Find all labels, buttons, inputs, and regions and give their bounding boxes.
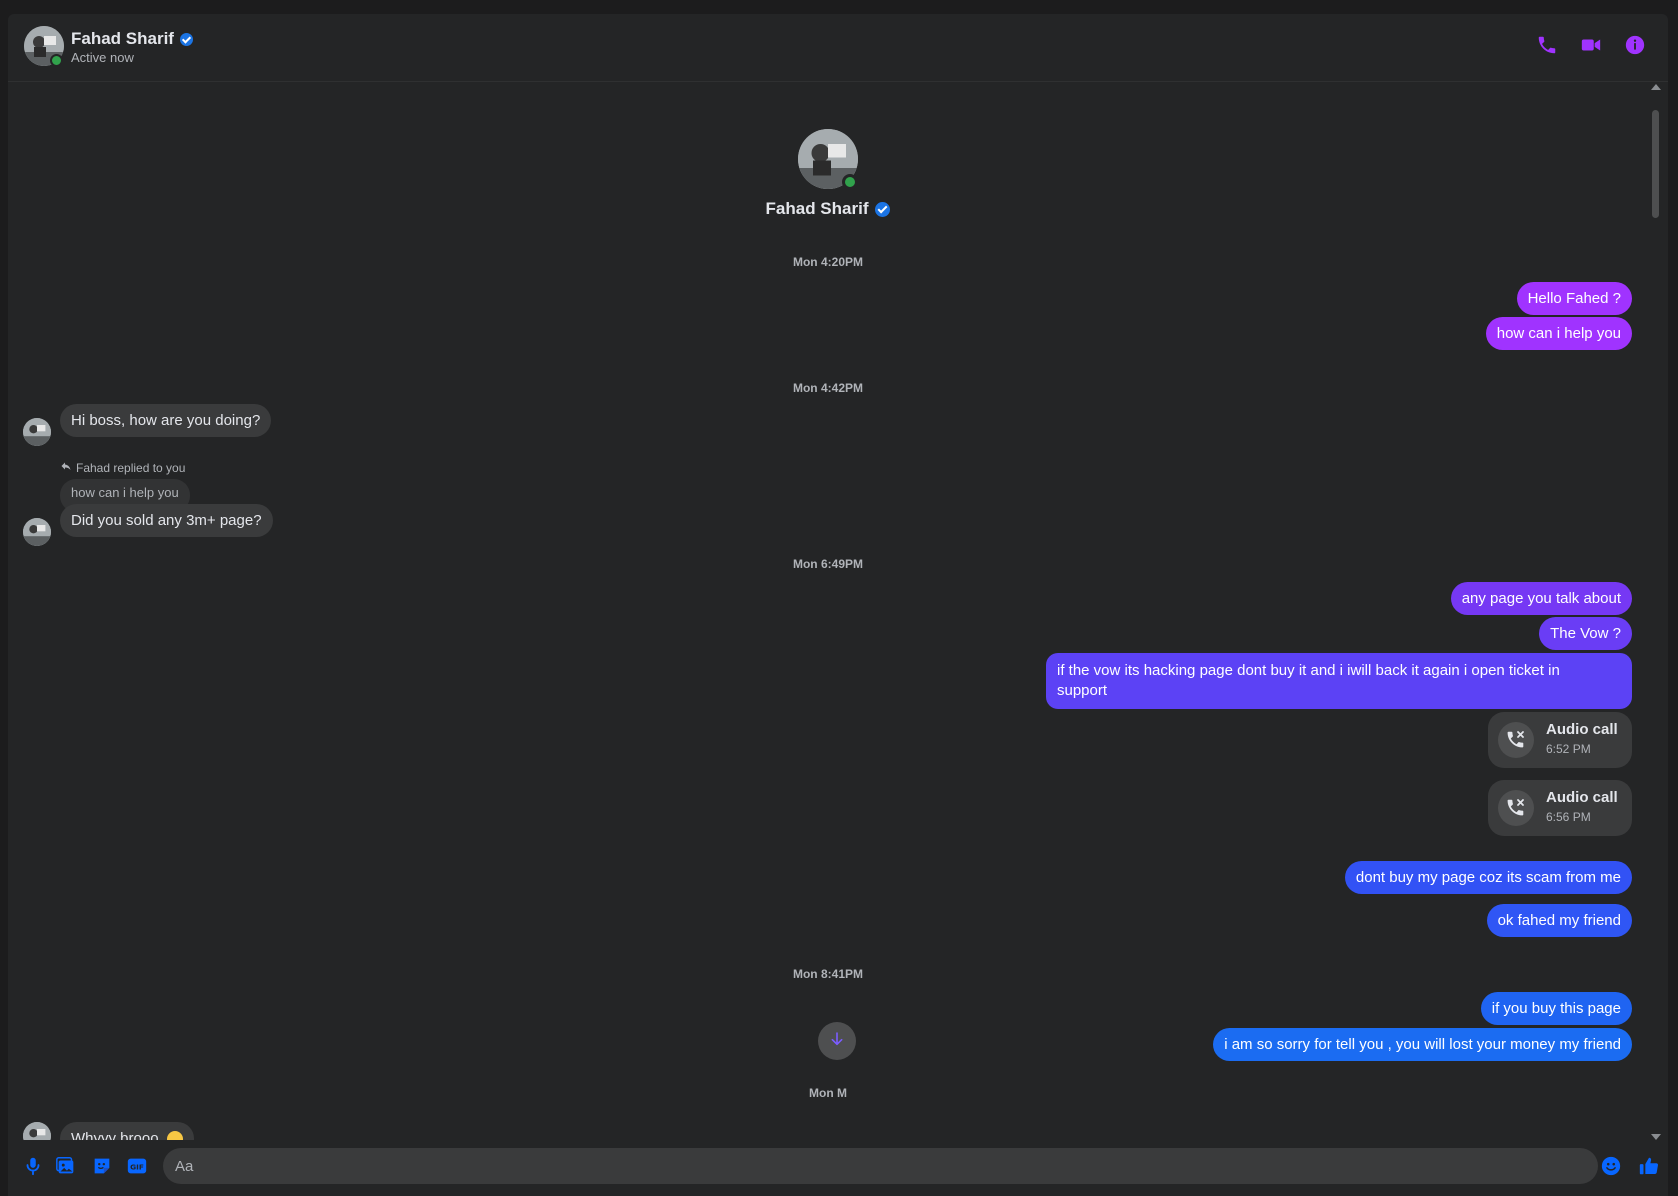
like-icon[interactable] (1638, 1155, 1660, 1177)
arrow-down-icon (829, 1031, 845, 1052)
outgoing-message[interactable]: if the vow its hacking page dont buy it … (1046, 653, 1632, 709)
timestamp: Mon M (809, 1086, 847, 1100)
incoming-message[interactable]: Did you sold any 3m+ page? (60, 504, 273, 537)
audio-call-card[interactable]: Audio call 6:52 PM (1488, 712, 1632, 768)
audio-call-card[interactable]: Audio call 6:56 PM (1488, 780, 1632, 836)
incoming-message[interactable]: Hi boss, how are you doing? (60, 404, 272, 437)
call-time: 6:52 PM (1546, 742, 1591, 756)
outgoing-message[interactable]: Hello Fahed ? (1516, 282, 1632, 315)
call-title: Audio call (1546, 721, 1618, 738)
chat-header: Fahad Sharif Active now (8, 14, 1668, 82)
gif-icon[interactable]: GIF (126, 1155, 148, 1177)
incoming-message[interactable]: Whyyy brooo (60, 1122, 194, 1140)
verified-badge-icon (875, 201, 891, 217)
profile-online-indicator (842, 174, 858, 190)
outgoing-message[interactable]: any page you talk about (1450, 582, 1632, 615)
sticker-icon[interactable] (91, 1155, 113, 1177)
emoji-icon[interactable] (1600, 1155, 1622, 1177)
online-indicator (50, 54, 63, 67)
contact-status: Active now (71, 50, 134, 65)
missed-call-icon (1498, 790, 1534, 826)
verified-badge-icon (179, 32, 193, 46)
scroll-up-arrow[interactable] (1651, 84, 1661, 90)
scrollbar[interactable] (1650, 82, 1661, 1140)
message-input[interactable] (163, 1148, 1598, 1184)
contact-mini-avatar[interactable] (23, 518, 51, 546)
chat-window: Fahad Sharif Active now Fahad Sharif Mon… (8, 14, 1668, 1196)
profile-name: Fahad Sharif (8, 199, 1648, 219)
scroll-thumb[interactable] (1652, 110, 1659, 218)
svg-text:GIF: GIF (130, 1163, 144, 1172)
scroll-down-arrow[interactable] (1651, 1134, 1661, 1140)
reply-label: Fahad replied to you (60, 460, 185, 475)
mic-icon[interactable] (22, 1155, 44, 1177)
timestamp: Mon 8:41PM (792, 967, 863, 981)
outgoing-message[interactable]: ok fahed my friend (1486, 904, 1632, 937)
phone-icon[interactable] (1536, 34, 1558, 56)
contact-mini-avatar[interactable] (23, 418, 51, 446)
message-list[interactable]: Fahad Sharif Mon 4:20PM Hello Fahed ? ho… (8, 82, 1648, 1140)
call-title: Audio call (1546, 789, 1618, 806)
outgoing-message[interactable]: if you buy this page (1480, 992, 1632, 1025)
header-actions (1536, 34, 1646, 56)
reply-arrow-icon (60, 460, 72, 475)
call-time: 6:56 PM (1546, 810, 1591, 824)
outgoing-message[interactable]: The Vow ? (1539, 617, 1632, 650)
image-icon[interactable] (55, 1155, 77, 1177)
contact-name[interactable]: Fahad Sharif (71, 29, 193, 49)
outgoing-message[interactable]: i am so sorry for tell you , you will lo… (1213, 1028, 1632, 1061)
timestamp: Mon 6:49PM (792, 557, 863, 571)
contact-mini-avatar[interactable] (23, 1122, 51, 1140)
timestamp: Mon 4:20PM (792, 255, 863, 269)
emoji-icon (166, 1131, 183, 1140)
composer: GIF (8, 1144, 1668, 1196)
info-icon[interactable] (1624, 34, 1646, 56)
timestamp: Mon 4:42PM (792, 381, 863, 395)
video-icon[interactable] (1580, 34, 1602, 56)
scroll-to-bottom-button[interactable] (818, 1022, 856, 1060)
outgoing-message[interactable]: dont buy my page coz its scam from me (1344, 861, 1632, 894)
outgoing-message[interactable]: how can i help you (1485, 317, 1632, 350)
missed-call-icon (1498, 722, 1534, 758)
